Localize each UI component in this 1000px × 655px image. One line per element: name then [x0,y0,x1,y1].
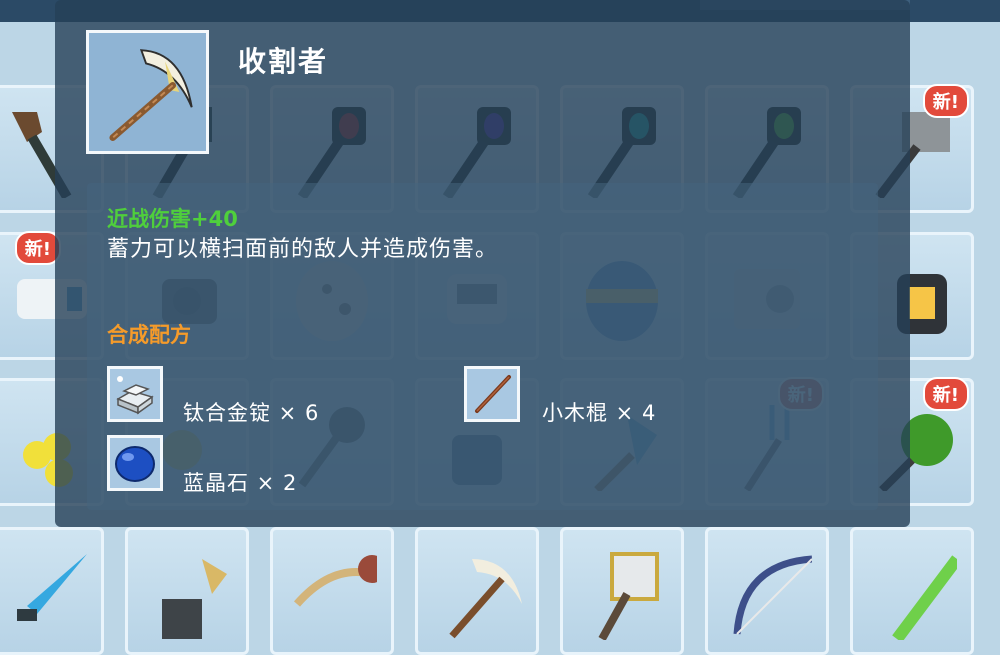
item-info: 近战伤害+40 蓄力可以横扫面前的敌人并造成伤害。 合成配方 钛合金锭 × 6 … [87,183,878,510]
inventory-slot[interactable] [415,527,539,655]
scythe-pickaxe-icon [449,559,522,639]
wooden-stick-icon [475,375,511,413]
titanium-ingot-icon [116,376,154,415]
inventory-slot[interactable] [125,527,249,655]
new-badge: 新! [922,377,969,411]
item-name: 收割者 [238,45,329,78]
crossbow-icon [293,555,377,607]
melee-damage-bonus: 近战伤害+40 [107,207,238,231]
inventory-slot[interactable] [560,527,684,655]
ingredient-label: 小木棍 × 4 [542,401,657,425]
ingredient-icon-frame [107,435,163,491]
inventory-slot[interactable] [270,527,394,655]
item-description: 蓄力可以横扫面前的敌人并造成伤害。 [107,237,499,262]
item-detail-panel: 收割者 近战伤害+40 蓄力可以横扫面前的敌人并造成伤害。 合成配方 钛合金锭 … [55,0,910,527]
ingredient-label: 钛合金锭 × 6 [183,401,320,425]
ingredient-icon-frame [464,366,520,422]
scythe-pickaxe-icon [109,49,193,141]
item-icon-frame [86,30,209,154]
inventory-slot[interactable] [850,527,974,655]
war-hammer-icon [598,552,659,640]
blue-sword-icon [17,554,87,621]
bamboo-icon [892,555,957,640]
bow-icon [733,555,812,635]
mech-claw-icon [162,559,227,639]
blue-crystal-icon [115,446,155,482]
new-badge: 新! [922,84,969,118]
ingredient-label: 蓝晶石 × 2 [183,471,298,495]
inventory-slot[interactable] [705,527,829,655]
inventory-slot[interactable] [0,527,104,655]
ingredient-icon-frame [107,366,163,422]
recipe-title: 合成配方 [107,323,191,347]
